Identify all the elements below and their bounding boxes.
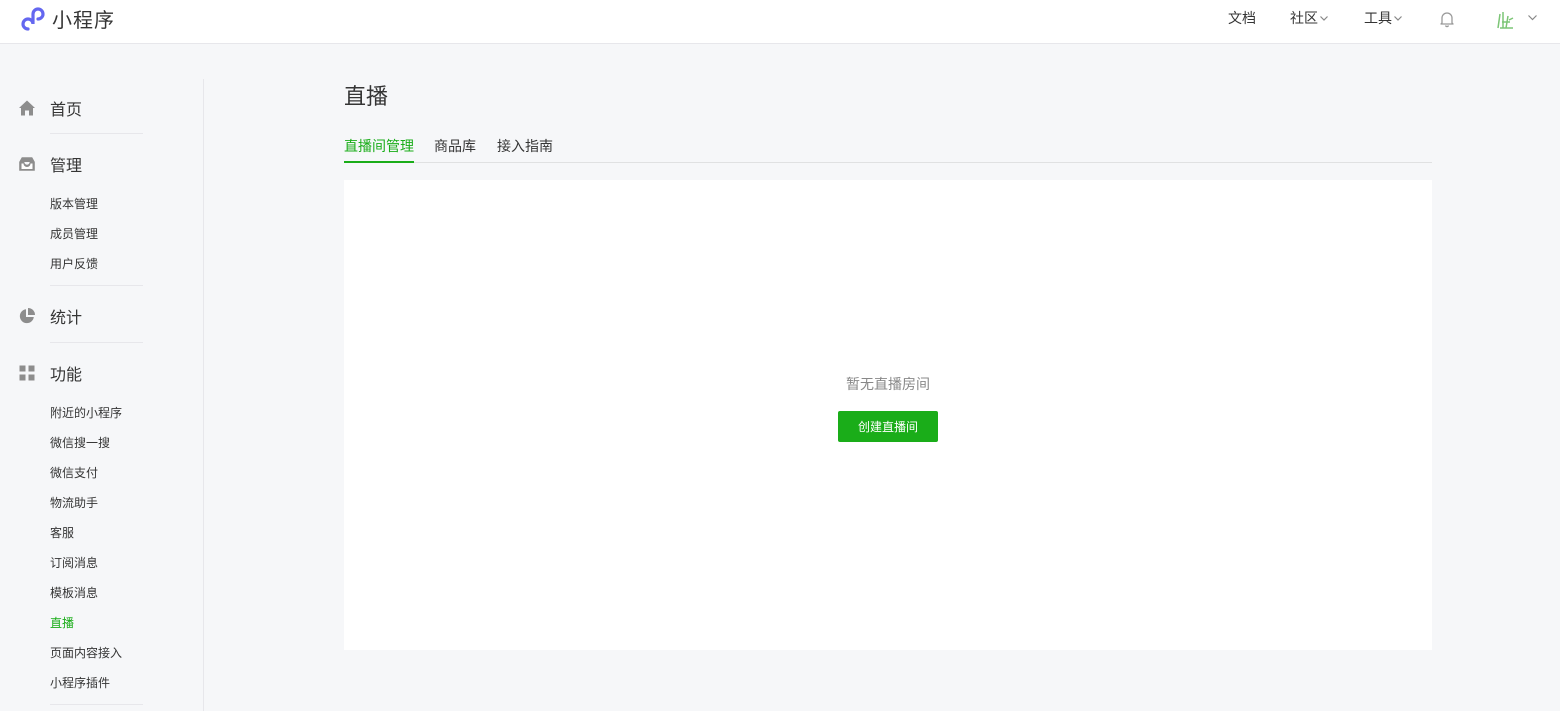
sidebar-item-label: 统计 bbox=[50, 308, 83, 327]
sidebar-item-live-stream[interactable]: 直播 bbox=[50, 614, 74, 631]
sidebar-item-mini-program-plugins[interactable]: 小程序插件 bbox=[50, 674, 110, 691]
sidebar-item-label: 首页 bbox=[50, 100, 83, 119]
tab-bar: 直播间管理 商品库 接入指南 bbox=[344, 133, 1432, 163]
grid-icon bbox=[19, 365, 35, 381]
avatar[interactable] bbox=[1494, 8, 1516, 30]
empty-state-text: 暂无直播房间 bbox=[846, 377, 930, 393]
app-name: 小程序 bbox=[52, 8, 115, 32]
sidebar-item-subscribe-messages[interactable]: 订阅消息 bbox=[50, 554, 98, 571]
sidebar-item-version-manage[interactable]: 版本管理 bbox=[50, 195, 98, 212]
sidebar-item-label: 功能 bbox=[50, 365, 83, 384]
tab-live-room-manage[interactable]: 直播间管理 bbox=[344, 136, 414, 163]
sidebar-divider bbox=[50, 133, 143, 134]
logo[interactable]: 小程序 bbox=[18, 4, 115, 33]
page-title: 直播 bbox=[344, 85, 389, 110]
sidebar-item-label: 管理 bbox=[50, 156, 83, 175]
sidebar-item-home[interactable]: 首页 bbox=[18, 96, 82, 120]
home-icon bbox=[19, 100, 35, 116]
mini-program-logo-icon bbox=[21, 6, 45, 31]
live-room-panel: 暂无直播房间 创建直播间 bbox=[344, 180, 1432, 650]
sidebar-item-customer-service[interactable]: 客服 bbox=[50, 524, 74, 541]
sidebar-item-page-content-access[interactable]: 页面内容接入 bbox=[50, 644, 122, 661]
sidebar-divider bbox=[50, 285, 143, 286]
chevron-down-icon bbox=[1320, 16, 1328, 21]
nav-community-label: 社区 bbox=[1290, 11, 1318, 27]
bell-icon[interactable] bbox=[1438, 10, 1456, 28]
nav-tools-label: 工具 bbox=[1364, 11, 1392, 27]
sidebar-item-user-feedback[interactable]: 用户反馈 bbox=[50, 255, 98, 272]
sidebar-item-logistics-assistant[interactable]: 物流助手 bbox=[50, 494, 98, 511]
sidebar-item-template-messages[interactable]: 模板消息 bbox=[50, 584, 98, 601]
sidebar-divider bbox=[50, 704, 143, 705]
tab-product-library[interactable]: 商品库 bbox=[434, 136, 476, 162]
account-chevron-down-icon[interactable] bbox=[1527, 12, 1538, 23]
pie-chart-icon bbox=[19, 308, 35, 324]
create-live-room-button[interactable]: 创建直播间 bbox=[838, 411, 938, 442]
top-bar: 小程序 文档 社区 工具 bbox=[0, 0, 1560, 44]
sidebar: 首页 管理 版本管理 成员管理 用户反馈 统计 功能 附近的小程序 微信搜一搜 … bbox=[0, 79, 204, 711]
tab-access-guide[interactable]: 接入指南 bbox=[497, 136, 553, 162]
inbox-icon bbox=[19, 157, 35, 171]
sidebar-item-wechat-pay[interactable]: 微信支付 bbox=[50, 464, 98, 481]
nav-tools-menu[interactable]: 工具 bbox=[1364, 0, 1403, 36]
sidebar-divider bbox=[50, 342, 143, 343]
sidebar-item-member-manage[interactable]: 成员管理 bbox=[50, 225, 98, 242]
nav-docs-link[interactable]: 文档 bbox=[1228, 0, 1256, 36]
sidebar-item-nearby-mini-programs[interactable]: 附近的小程序 bbox=[50, 404, 122, 421]
chevron-down-icon bbox=[1394, 16, 1402, 21]
nav-community-menu[interactable]: 社区 bbox=[1290, 0, 1329, 36]
sidebar-item-features[interactable]: 功能 bbox=[18, 361, 82, 385]
sidebar-item-statistics[interactable]: 统计 bbox=[18, 304, 82, 328]
sidebar-item-manage[interactable]: 管理 bbox=[18, 152, 82, 176]
sidebar-item-wechat-search[interactable]: 微信搜一搜 bbox=[50, 434, 110, 451]
